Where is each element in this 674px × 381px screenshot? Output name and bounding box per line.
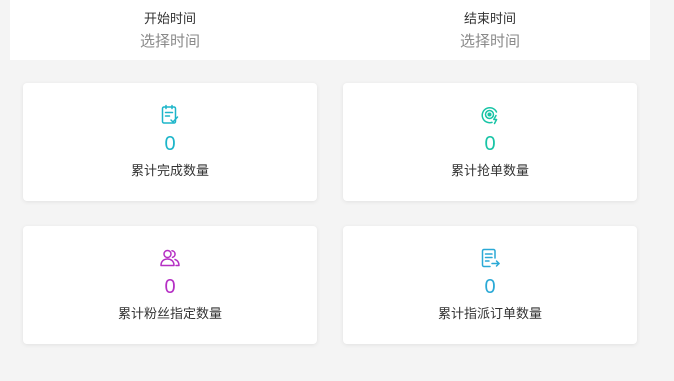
users-icon: [159, 247, 181, 269]
stats-page: 开始时间 选择时间 结束时间 选择时间 0 累计完成数量 0 累计抢单数量 0 …: [0, 0, 674, 381]
stat-card-assigned-orders[interactable]: 0 累计指派订单数量: [343, 226, 637, 344]
assigned-orders-count-label: 累计指派订单数量: [437, 307, 542, 322]
completed-count: 0: [164, 133, 176, 155]
date-filter-bar: 开始时间 选择时间 结束时间 选择时间: [10, 0, 650, 60]
grab-order-icon: [479, 104, 501, 126]
end-time-label: 结束时间: [463, 12, 516, 27]
end-time-picker[interactable]: 选择时间: [410, 30, 570, 52]
completed-count-label: 累计完成数量: [130, 164, 209, 179]
fan-assigned-count: 0: [164, 276, 176, 298]
assign-document-icon: [479, 247, 501, 269]
start-time-label: 开始时间: [143, 12, 196, 27]
end-time-field: 结束时间 选择时间: [410, 10, 570, 52]
assigned-orders-count: 0: [484, 276, 496, 298]
grabbed-count-label: 累计抢单数量: [450, 164, 529, 179]
checklist-icon: [159, 104, 181, 126]
start-time-field: 开始时间 选择时间: [90, 10, 250, 52]
start-time-picker[interactable]: 选择时间: [90, 30, 250, 52]
grabbed-count: 0: [484, 133, 496, 155]
stat-card-fan-assigned[interactable]: 0 累计粉丝指定数量: [23, 226, 317, 344]
fan-assigned-count-label: 累计粉丝指定数量: [117, 307, 222, 322]
stat-card-grabbed[interactable]: 0 累计抢单数量: [343, 83, 637, 201]
stat-card-completed[interactable]: 0 累计完成数量: [23, 83, 317, 201]
